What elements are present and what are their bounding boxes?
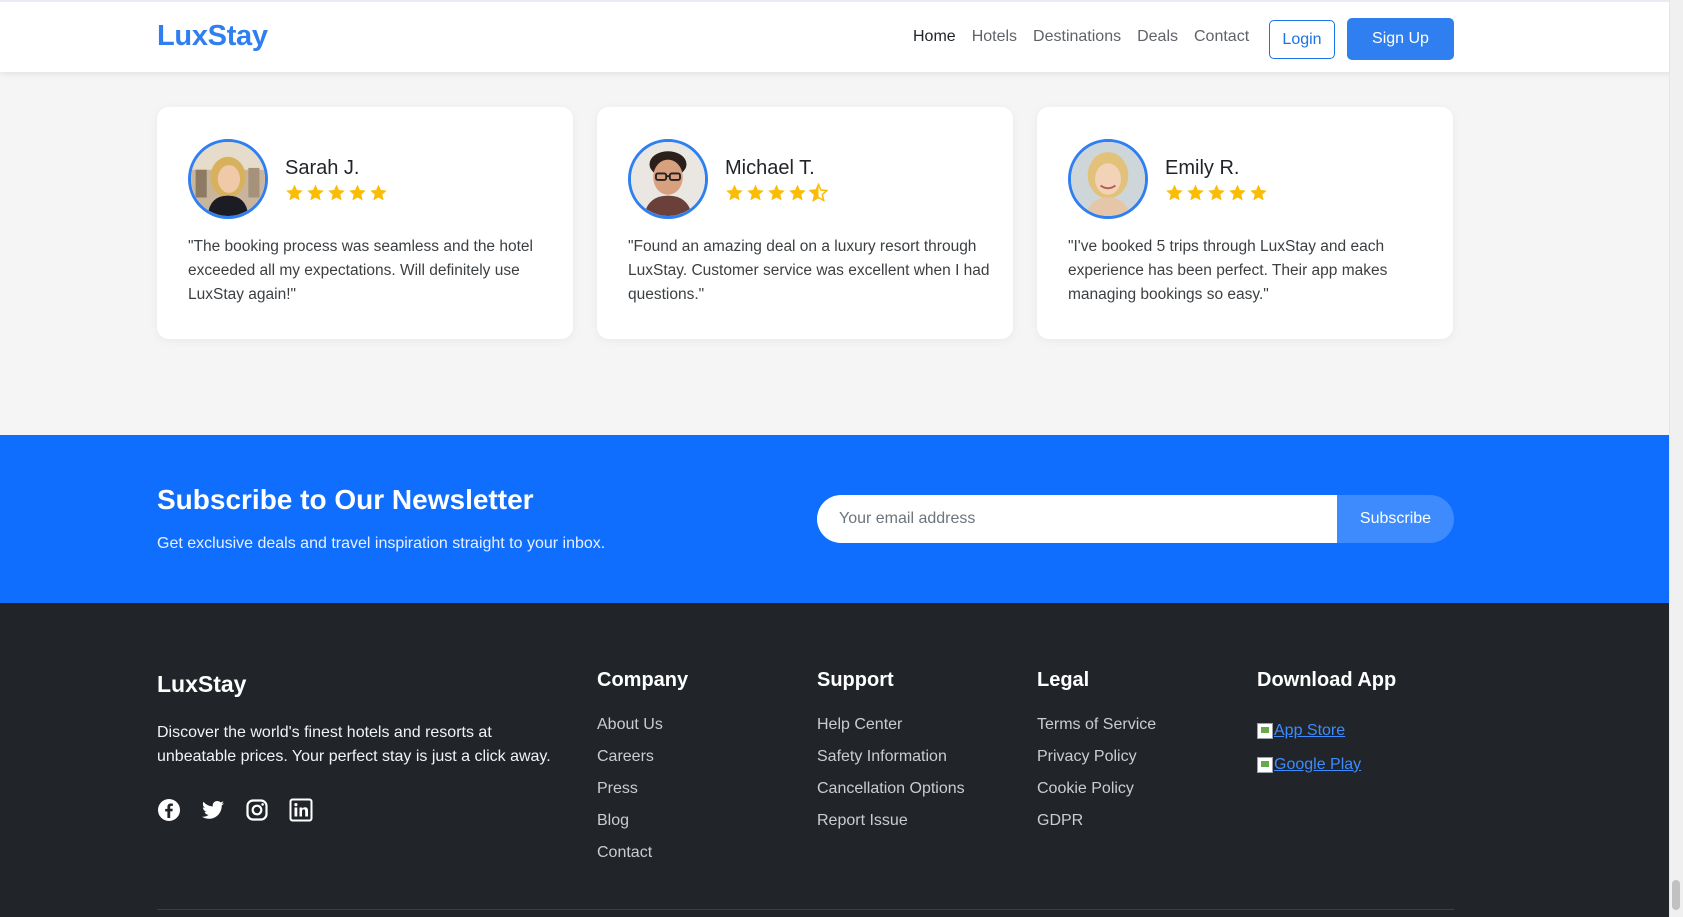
- facebook-icon[interactable]: [157, 798, 181, 822]
- newsletter-title: Subscribe to Our Newsletter: [157, 484, 534, 515]
- avatar: [1068, 139, 1148, 219]
- newsletter-subtitle: Get exclusive deals and travel inspirati…: [157, 535, 606, 552]
- newsletter-section: Subscribe to Our Newsletter Get exclusiv…: [0, 435, 1683, 603]
- google-play-link[interactable]: Google Play: [1257, 748, 1396, 782]
- testimonial-card: Emily R. "I've booked 5 trips through Lu…: [1037, 107, 1453, 339]
- testimonial-card: Sarah J. "The booking process was seamle…: [157, 107, 573, 339]
- star-icon: [747, 184, 764, 201]
- instagram-icon[interactable]: [245, 798, 269, 822]
- avatar: [188, 139, 268, 219]
- reviewer-name: Sarah J.: [285, 157, 360, 179]
- nav-link-hotels[interactable]: Hotels: [972, 28, 1017, 46]
- half-star-icon: [809, 183, 828, 202]
- star-icon: [286, 184, 303, 201]
- main-nav: Home Hotels Destinations Deals Contact: [913, 28, 1249, 46]
- footer-link-blog[interactable]: Blog: [597, 810, 688, 842]
- nav-link-contact[interactable]: Contact: [1194, 28, 1249, 46]
- testimonial-card: Michael T. "Found an amazing deal on a l…: [597, 107, 1013, 339]
- subscribe-button[interactable]: Subscribe: [1337, 495, 1454, 543]
- footer-link-cookies[interactable]: Cookie Policy: [1037, 778, 1156, 810]
- app-store-link[interactable]: App Store: [1257, 714, 1396, 748]
- nav-link-home[interactable]: Home: [913, 28, 956, 46]
- broken-image-icon: [1257, 723, 1273, 739]
- nav-link-deals[interactable]: Deals: [1137, 28, 1178, 46]
- footer-column-company: Company About Us Careers Press Blog Cont…: [597, 669, 688, 874]
- footer-link-press[interactable]: Press: [597, 778, 688, 810]
- star-rating: [1165, 183, 1268, 202]
- footer-heading: Download App: [1257, 669, 1397, 691]
- scrollbar-thumb[interactable]: [1672, 880, 1680, 910]
- vertical-scrollbar[interactable]: [1669, 0, 1683, 917]
- star-icon: [307, 184, 324, 201]
- star-rating: [285, 183, 388, 202]
- google-play-label[interactable]: Google Play: [1274, 756, 1361, 774]
- footer-link-gdpr[interactable]: GDPR: [1037, 810, 1156, 842]
- footer-heading: Legal: [1037, 669, 1090, 691]
- testimonial-quote: "I've booked 5 trips through LuxStay and…: [1068, 238, 1388, 303]
- app-store-label[interactable]: App Store: [1274, 722, 1345, 740]
- top-navbar: LuxStay Home Hotels Destinations Deals C…: [0, 0, 1683, 72]
- footer-column-app: Download App App Store Google Play: [1257, 669, 1396, 782]
- testimonial-quote: "The booking process was seamless and th…: [188, 238, 533, 303]
- signup-button[interactable]: Sign Up: [1347, 18, 1454, 60]
- footer-heading: Support: [817, 669, 894, 691]
- star-icon: [1208, 184, 1225, 201]
- login-button[interactable]: Login: [1269, 20, 1335, 59]
- footer-link-contact[interactable]: Contact: [597, 842, 688, 874]
- star-icon: [768, 184, 785, 201]
- testimonial-quote: "Found an amazing deal on a luxury resor…: [628, 238, 990, 303]
- footer-column-legal: Legal Terms of Service Privacy Policy Co…: [1037, 669, 1156, 842]
- star-icon: [1187, 184, 1204, 201]
- star-icon: [328, 184, 345, 201]
- nav-link-destinations[interactable]: Destinations: [1033, 28, 1121, 46]
- star-icon: [1250, 184, 1267, 201]
- star-icon: [726, 184, 743, 201]
- footer-description: Discover the world's finest hotels and r…: [157, 724, 551, 765]
- footer-heading: Company: [597, 669, 689, 691]
- footer-link-careers[interactable]: Careers: [597, 746, 688, 778]
- footer-link-terms[interactable]: Terms of Service: [1037, 714, 1156, 746]
- footer-link-safety[interactable]: Safety Information: [817, 746, 965, 778]
- footer-link-help-center[interactable]: Help Center: [817, 714, 965, 746]
- avatar: [628, 139, 708, 219]
- footer-divider: [157, 909, 1454, 910]
- footer-link-about[interactable]: About Us: [597, 714, 688, 746]
- linkedin-icon[interactable]: [289, 798, 313, 822]
- site-footer: LuxStay Discover the world's finest hote…: [0, 603, 1683, 917]
- broken-image-icon: [1257, 757, 1273, 773]
- social-links: [157, 798, 313, 822]
- star-rating: [725, 183, 828, 202]
- star-icon: [349, 184, 366, 201]
- footer-link-report-issue[interactable]: Report Issue: [817, 810, 965, 842]
- star-icon: [1229, 184, 1246, 201]
- star-icon: [789, 184, 806, 201]
- footer-column-support: Support Help Center Safety Information C…: [817, 669, 965, 842]
- star-icon: [1166, 184, 1183, 201]
- reviewer-name: Emily R.: [1165, 157, 1240, 179]
- star-icon: [370, 184, 387, 201]
- twitter-icon[interactable]: [201, 798, 225, 822]
- reviewer-name: Michael T.: [725, 157, 815, 179]
- brand-logo[interactable]: LuxStay: [157, 20, 268, 53]
- footer-link-privacy[interactable]: Privacy Policy: [1037, 746, 1156, 778]
- email-input[interactable]: Your email address: [817, 495, 1337, 543]
- footer-brand: LuxStay: [157, 671, 247, 697]
- footer-link-cancellation[interactable]: Cancellation Options: [817, 778, 965, 810]
